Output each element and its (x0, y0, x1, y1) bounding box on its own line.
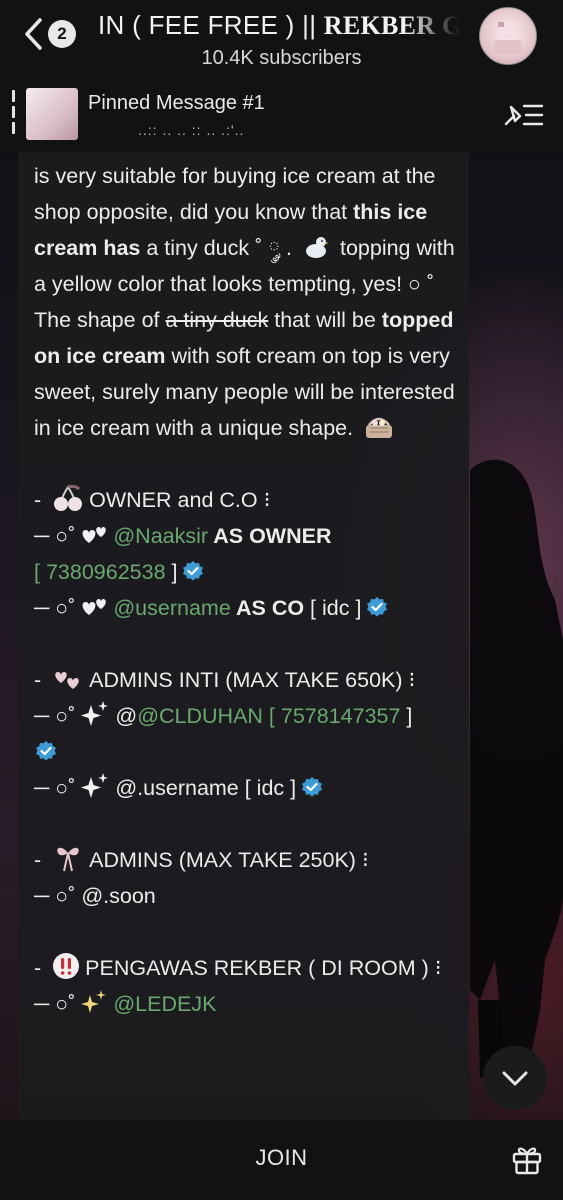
sparkle-yellow-emoji-icon (81, 990, 107, 1013)
owner-heading: - OWNER and C.O ⁝ (34, 482, 459, 518)
pinned-title: Pinned Message #1 (88, 92, 265, 114)
sparkles-emoji-icon (81, 701, 109, 726)
scroll-down-button[interactable] (483, 1046, 547, 1110)
verified-badge-icon (36, 741, 56, 761)
subscriber-count: 10.4K subscribers (201, 47, 362, 69)
pinned-message-bar[interactable]: Pinned Message #1 ..:: .. .. :: .. .:'.. (0, 82, 563, 152)
dash-marker: - (34, 956, 48, 980)
admin1-handle-prefix: @ (115, 704, 138, 728)
intro-paragraph: is very suitable for buying ice cream at… (34, 158, 459, 446)
hearts-emoji-icon (82, 527, 107, 543)
line-prefix: ─ ○˚ (34, 524, 76, 548)
admin1-id-close: ] (400, 704, 413, 728)
pengawas-line: ─ ○˚ @LEDEJK (34, 986, 459, 1022)
pinned-indicator (12, 90, 15, 142)
dash-marker: - (34, 488, 48, 512)
verified-badge-icon (367, 597, 388, 617)
line-prefix: ─ ○˚ (34, 596, 76, 620)
owner-id-line: [ 7380962538 ] (34, 554, 459, 590)
channel-title-text: IN ( FEE FREE ) || (98, 10, 324, 40)
join-button[interactable]: JOIN (200, 1138, 363, 1178)
channel-title-serif: REKBER G (323, 11, 460, 40)
dash-marker: - (34, 848, 48, 872)
chevron-down-icon (502, 1071, 528, 1086)
basket-emoji-icon (366, 417, 393, 438)
owner-id-close: ] (165, 560, 178, 584)
hearts-emoji-icon (82, 599, 107, 615)
pengawas-heading: - PENGAWAS REKBER ( DI ROOM ) ⁝ (34, 950, 459, 986)
verified-badge-icon (302, 777, 323, 797)
owner-role: AS OWNER (208, 524, 332, 548)
intro-text-2: a tiny duck ˚ ༘ . (140, 236, 298, 260)
admins-soon: @.soon (81, 884, 156, 908)
channel-title[interactable]: IN ( FEE FREE ) || REKBER G (98, 10, 460, 44)
line-prefix: ─ ○˚ (34, 776, 76, 800)
co-line: ─ ○˚ @username AS CO [ idc ] (34, 590, 459, 626)
channel-avatar[interactable] (479, 7, 537, 65)
unread-count-badge: 2 (48, 20, 76, 48)
intro-strikethrough: a tiny duck (165, 308, 269, 332)
duck-emoji-icon (306, 237, 329, 258)
pengawas-heading-text: PENGAWAS REKBER ( DI ROOM ) ⁝ (85, 956, 442, 980)
dash-marker: - (34, 668, 48, 692)
gift-icon[interactable] (510, 1142, 544, 1176)
admin2-handle: @.username [ idc ] (115, 776, 297, 800)
owner-handle-link[interactable]: @Naaksir (113, 524, 208, 548)
admins-heading: - ADMINS (MAX TAKE 250K) ⁝ (34, 842, 459, 878)
admins-inti-heading: - ADMINS INTI (MAX TAKE 650K) ⁝ (34, 662, 459, 698)
admin1-line: ─ ○˚ @@CLDUHAN [ 7578147357 ] (34, 698, 459, 770)
message-text: is very suitable for buying ice cream at… (34, 158, 459, 1022)
pengawas-handle-link[interactable]: @LEDEJK (113, 992, 216, 1016)
admin1-id-link[interactable]: 7578147357 (281, 704, 401, 728)
admins-inti-heading-text: ADMINS INTI (MAX TAKE 650K) ⁝ (89, 668, 416, 692)
intro-text-4: that will be (268, 308, 382, 332)
co-handle-link[interactable]: @username (113, 596, 230, 620)
admin2-line: ─ ○˚ @.username [ idc ] (34, 770, 459, 806)
exclamation-emoji-icon (53, 953, 80, 979)
admins-heading-text: ADMINS (MAX TAKE 250K) ⁝ (89, 848, 369, 872)
owner-id-link[interactable]: 7380962538 (46, 560, 166, 584)
line-prefix: ─ ○˚ (34, 704, 76, 728)
admin1-id-open: [ (262, 704, 281, 728)
cherry-emoji-icon (54, 484, 83, 511)
verified-badge-icon (183, 561, 204, 581)
owner-heading-text: OWNER and C.O ⁝ (89, 488, 271, 512)
pinned-preview: ..:: .. .. :: .. .:'.. (138, 122, 245, 138)
co-tag: [ idc ] (310, 596, 362, 620)
line-prefix: ─ ○˚ (34, 884, 76, 908)
avatar-image-icon (494, 21, 522, 54)
pinned-list-icon[interactable] (502, 100, 544, 130)
admin1-handle-link[interactable]: @CLDUHAN (137, 704, 263, 728)
co-role: AS CO (230, 596, 311, 620)
bottom-bar: JOIN (0, 1120, 563, 1200)
admins-soon-line: ─ ○˚ @.soon (34, 878, 459, 914)
chat-header: 2 IN ( FEE FREE ) || REKBER G 10.4K subs… (0, 0, 563, 82)
sparkles-emoji-icon (81, 773, 109, 798)
owner-id-open: [ (34, 560, 46, 584)
ribbon-hearts-emoji-icon (55, 672, 79, 689)
line-prefix: ─ ○˚ (34, 992, 76, 1016)
owner-line: ─ ○˚ @Naaksir AS OWNER (34, 518, 459, 554)
ribbon-emoji-icon (57, 847, 79, 872)
pinned-thumbnail (26, 88, 78, 140)
